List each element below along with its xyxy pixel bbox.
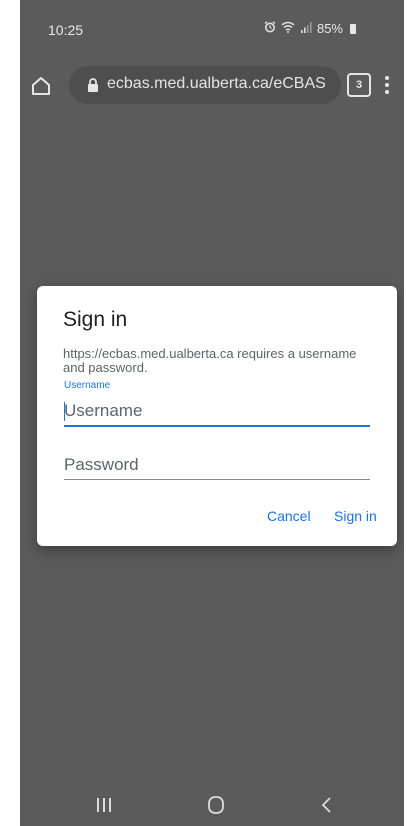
cancel-button[interactable]: Cancel [267,508,311,524]
home-icon[interactable] [29,74,53,98]
alarm-icon [264,21,276,36]
password-field-container [64,453,370,480]
menu-dot [385,83,389,87]
battery-icon [350,23,356,34]
browser-toolbar: ecbas.med.ualberta.ca/eCBAS 3 [20,60,404,112]
username-underline [64,425,370,427]
wifi-icon [281,21,295,36]
sign-in-button[interactable]: Sign in [334,508,377,524]
dialog-title: Sign in [63,308,128,331]
recent-apps-icon[interactable] [89,794,119,816]
username-field-container [64,399,370,427]
menu-dot [385,90,389,94]
signal-icon [300,21,312,36]
lock-icon [86,77,100,93]
tabs-icon[interactable]: 3 [347,73,371,97]
menu-dot [385,76,389,80]
back-icon[interactable] [312,794,342,816]
battery-percent: 85% [316,21,343,36]
nav-home-icon[interactable] [201,794,231,816]
text-cursor [64,402,65,421]
password-underline [64,479,370,480]
status-time: 10:25 [48,22,84,38]
navigation-bar [20,784,404,826]
status-bar: 10:25 85% [20,0,404,60]
password-field[interactable] [64,453,370,477]
more-vert-icon[interactable] [380,72,394,98]
tab-count: 3 [355,79,363,91]
username-field[interactable] [64,399,370,423]
status-icons: 85% [264,21,356,36]
sign-in-dialog: Sign in https://ecbas.med.ualberta.ca re… [37,286,397,546]
url-text: ecbas.med.ualberta.ca/eCBAS [107,75,326,92]
dialog-message: https://ecbas.med.ualberta.ca requires a… [63,346,357,375]
url-bar[interactable]: ecbas.med.ualberta.ca/eCBAS [69,66,341,104]
phone-screen: 10:25 85% ecbas.med.ualberta.ca/eCBAS 3 … [20,0,404,826]
username-label: Username [64,380,111,391]
